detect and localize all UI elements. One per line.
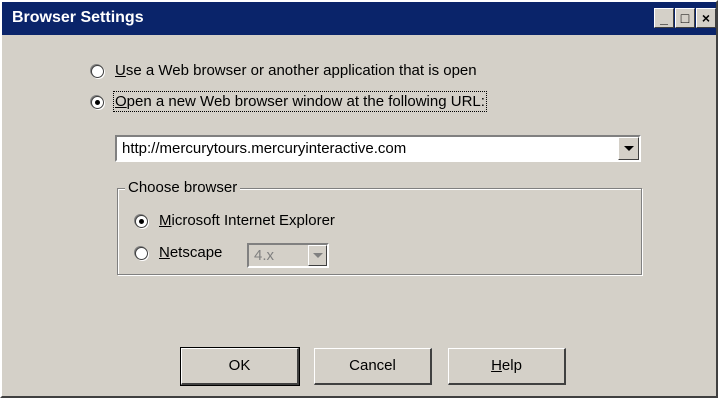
ie-label[interactable]: Microsoft Internet Explorer (159, 212, 335, 229)
window-title: Browser Settings (12, 9, 144, 26)
browser-settings-dialog: Browser Settings _ □ × Use a Web browser… (0, 0, 718, 398)
choose-browser-legend: Choose browser (125, 179, 241, 196)
netscape-label[interactable]: Netscape (159, 244, 222, 261)
ie-radio[interactable] (135, 215, 148, 228)
use-open-app-label[interactable]: Use a Web browser or another application… (115, 62, 477, 79)
minimize-icon[interactable]: _ (654, 8, 674, 28)
ok-button[interactable]: OK (180, 347, 300, 386)
url-combobox[interactable]: http://mercurytours.mercuryinteractive.c… (115, 135, 641, 162)
title-bar[interactable]: Browser Settings _ □ × (2, 2, 716, 35)
netscape-version-value: 4.x (254, 247, 275, 264)
netscape-version-dropdown-button (308, 245, 327, 266)
netscape-radio[interactable] (135, 247, 148, 260)
chevron-down-icon (313, 253, 323, 258)
maximize-icon[interactable]: □ (675, 8, 695, 28)
help-button[interactable]: Help (448, 348, 566, 385)
choose-browser-group (117, 188, 642, 275)
use-open-app-radio[interactable] (91, 65, 104, 78)
netscape-version-select: 4.x (247, 243, 329, 268)
open-new-window-radio[interactable] (91, 96, 104, 109)
url-value[interactable]: http://mercurytours.mercuryinteractive.c… (122, 140, 406, 157)
open-new-window-label[interactable]: Open a new Web browser window at the fol… (113, 91, 487, 112)
close-icon[interactable]: × (696, 8, 716, 28)
cancel-button[interactable]: Cancel (314, 348, 432, 385)
chevron-down-icon (624, 146, 634, 151)
url-dropdown-button[interactable] (618, 137, 639, 160)
